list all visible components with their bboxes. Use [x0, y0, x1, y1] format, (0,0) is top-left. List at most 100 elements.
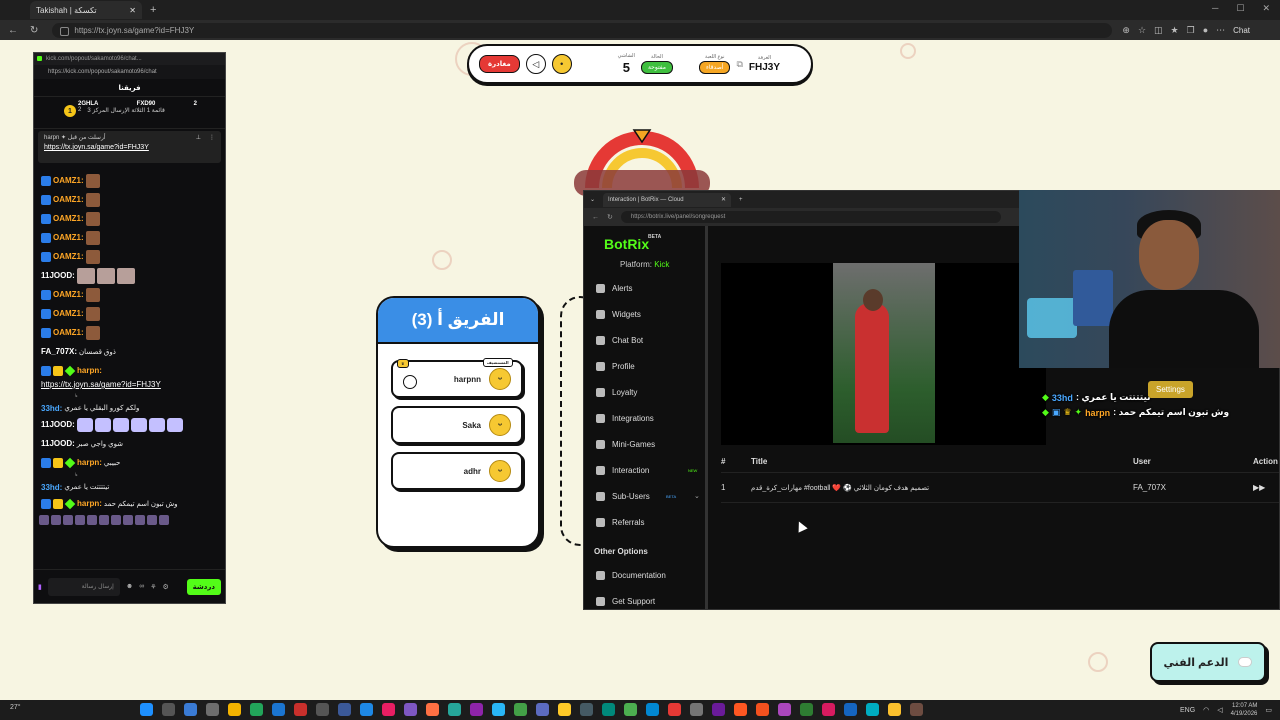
- browser-tab[interactable]: Takishah | تكسكة ✕: [30, 1, 142, 19]
- menu-profile[interactable]: Profile: [584, 353, 705, 379]
- music-icon: [596, 465, 605, 475]
- menu-documentation[interactable]: Documentation: [584, 562, 705, 588]
- tab-list-icon[interactable]: ⌄: [590, 196, 595, 203]
- host-badge: المستضيف: [483, 358, 513, 367]
- send-button[interactable]: دردشة: [186, 578, 221, 595]
- emote-bar[interactable]: [34, 513, 225, 527]
- settings-icon[interactable]: ⚙: [163, 583, 169, 591]
- settings-button[interactable]: Settings: [1148, 381, 1193, 398]
- menu-widgets[interactable]: Widgets: [584, 301, 705, 327]
- botrix-sidebar: BotRix BETA Platform: Kick Alerts Widgets…: [584, 226, 708, 609]
- split-icon[interactable]: ◫: [1154, 25, 1163, 36]
- menu-alerts[interactable]: Alerts: [584, 275, 705, 301]
- message-input[interactable]: إرسال رسالة: [47, 577, 120, 596]
- more-icon[interactable]: ⋮: [209, 134, 215, 141]
- search-icon[interactable]: [162, 703, 175, 716]
- new-tab-icon[interactable]: +: [150, 4, 156, 16]
- table-header: # Title User Action: [721, 451, 1279, 473]
- round-info: الشاشي 5: [617, 53, 635, 75]
- collections-icon[interactable]: ❐: [1187, 25, 1195, 36]
- new-tab-icon[interactable]: +: [739, 197, 743, 203]
- chat-link[interactable]: https://tx.joyn.sa/game?id=FHJ3Y: [34, 380, 225, 393]
- profile-icon[interactable]: ●: [1203, 25, 1208, 36]
- back-icon[interactable]: ←: [8, 25, 18, 36]
- emote: [85, 173, 100, 188]
- taskbar-apps: [140, 703, 923, 716]
- reload-icon[interactable]: ↻: [30, 25, 38, 36]
- overlay-message: ◆ ▣ ♛ ✦ harpn: وش تبون اسم تيمكم حمد: [1042, 407, 1230, 418]
- favorites-icon[interactable]: ★: [1171, 25, 1179, 36]
- menu-referrals[interactable]: Referrals: [584, 509, 705, 535]
- gift-icon[interactable]: ⚘: [150, 583, 156, 591]
- avatar-emoji-icon: ᵕ: [489, 368, 511, 390]
- emote: [85, 249, 100, 264]
- chat-header: فريقنا: [34, 79, 225, 97]
- minimize-icon[interactable]: ─: [1212, 3, 1218, 14]
- wifi-icon[interactable]: ◠: [1203, 706, 1209, 714]
- kick-chat-window: kick.com/popout/sakamoto96/chat... https…: [33, 52, 226, 604]
- volume-icon[interactable]: ◁: [1217, 706, 1222, 714]
- chat-bubble-icon: [1238, 657, 1253, 667]
- leave-button[interactable]: مغادرة: [479, 55, 520, 73]
- chat-input-bar: ▮ إرسال رسالة ☻ ∞ ⚘ ⚙ دردشة: [34, 569, 225, 603]
- chat-message: OAMZ1:: [34, 247, 225, 266]
- alert-icon: [596, 283, 605, 293]
- menu-chat-bot[interactable]: Chat Bot: [584, 327, 705, 353]
- kick-player-icon[interactable]: [403, 375, 417, 389]
- menu-sub-users[interactable]: Sub-Users BETA ⌄: [584, 483, 705, 509]
- reload-icon[interactable]: ↻: [607, 213, 613, 221]
- close-icon[interactable]: ✕: [129, 6, 136, 15]
- botrix-logo[interactable]: BotRix BETA: [584, 226, 705, 252]
- mic-icon[interactable]: ▮: [38, 583, 42, 591]
- chat-message: FA_707X: ذوق قصسان: [41, 347, 116, 356]
- notification-icon[interactable]: ▭: [1265, 706, 1272, 714]
- url-field[interactable]: https://tx.joyn.sa/game?id=FHJ3Y: [52, 22, 1113, 38]
- start-icon[interactable]: [140, 703, 153, 716]
- tab-title: Takishah | تكسكة: [36, 5, 97, 15]
- copy-icon[interactable]: ⧉: [736, 59, 742, 70]
- support-icon: [596, 596, 605, 606]
- pinned-link[interactable]: https://tx.joyn.sa/game?id=FHJ3Y: [44, 144, 215, 151]
- video-player[interactable]: [721, 263, 1046, 445]
- table-row: 1 مهارات_كرة_قدم #football ❤️ ⚽ تصميم هد…: [721, 473, 1279, 503]
- system-tray: ENG ◠ ◁ 12:07 AM 4/19/2026 ▭: [1180, 702, 1272, 718]
- menu-interaction[interactable]: Interaction NEW: [584, 457, 705, 483]
- address-bar: ← ↻ https://tx.joyn.sa/game?id=FHJ3Y ⊕ ☆…: [0, 20, 1280, 40]
- zoom-icon[interactable]: ⊕: [1122, 25, 1130, 36]
- popout-url[interactable]: https://kick.com/popout/sakamoto96/chat: [34, 65, 225, 79]
- pinned-label: harpn ✦ أرسلت من قبل: [44, 135, 106, 141]
- menu-integrations[interactable]: Integrations: [584, 405, 705, 431]
- menu-loyalty[interactable]: Loyalty: [584, 379, 705, 405]
- skip-button[interactable]: ▶▶: [1253, 483, 1279, 492]
- url-field[interactable]: https://botrix.live/panel/songrequest: [620, 211, 1001, 223]
- player-slot[interactable]: ♛ المستضيف harpnn ᵕ: [391, 358, 523, 398]
- emoji-picker-icon[interactable]: ☻: [126, 583, 133, 590]
- close-icon[interactable]: ✕: [721, 196, 726, 203]
- star-icon[interactable]: ☆: [1138, 25, 1146, 36]
- pinned-message[interactable]: ⊥ ⋮ harpn ✦ أرسلت من قبل https://tx.joyn…: [38, 131, 221, 163]
- weather-widget[interactable]: 27°: [10, 704, 21, 711]
- botrix-tab[interactable]: Interaction | BotRix — Cloud ✕: [603, 192, 732, 207]
- maximize-icon[interactable]: ☐: [1236, 3, 1244, 14]
- sound-icon[interactable]: ◁: [525, 54, 546, 74]
- menu-icon[interactable]: ⋯: [1216, 25, 1225, 36]
- emote: [76, 417, 93, 432]
- chat-message: 11JOOD:: [34, 266, 225, 285]
- document-icon: [596, 570, 605, 580]
- chat-message: 33hd: ولكم كورو البقلي يا عمري: [41, 403, 140, 413]
- back-icon[interactable]: ←: [592, 214, 599, 221]
- emote: [85, 192, 100, 207]
- menu-get-support[interactable]: Get Support: [584, 588, 705, 609]
- menu-mini-games[interactable]: Mini-Games: [584, 431, 705, 457]
- close-window-icon[interactable]: ✕: [1262, 3, 1270, 14]
- copilot-chat-button[interactable]: Chat: [1233, 26, 1250, 35]
- chat-message: 33hd: تيتتتتت يا عمري: [41, 482, 110, 492]
- avatar-emoji-icon: ᵕ: [489, 460, 511, 482]
- language-indicator[interactable]: ENG: [1180, 707, 1195, 714]
- support-button[interactable]: الدعم الفني: [1150, 642, 1266, 682]
- player-slot[interactable]: Saka ᵕ: [391, 406, 523, 444]
- clock[interactable]: 12:07 AM 4/19/2026: [1231, 702, 1258, 718]
- support-label: الدعم الفني: [1163, 656, 1229, 669]
- infinity-icon[interactable]: ∞: [139, 583, 144, 590]
- player-slot[interactable]: adhr ᵕ: [391, 452, 523, 490]
